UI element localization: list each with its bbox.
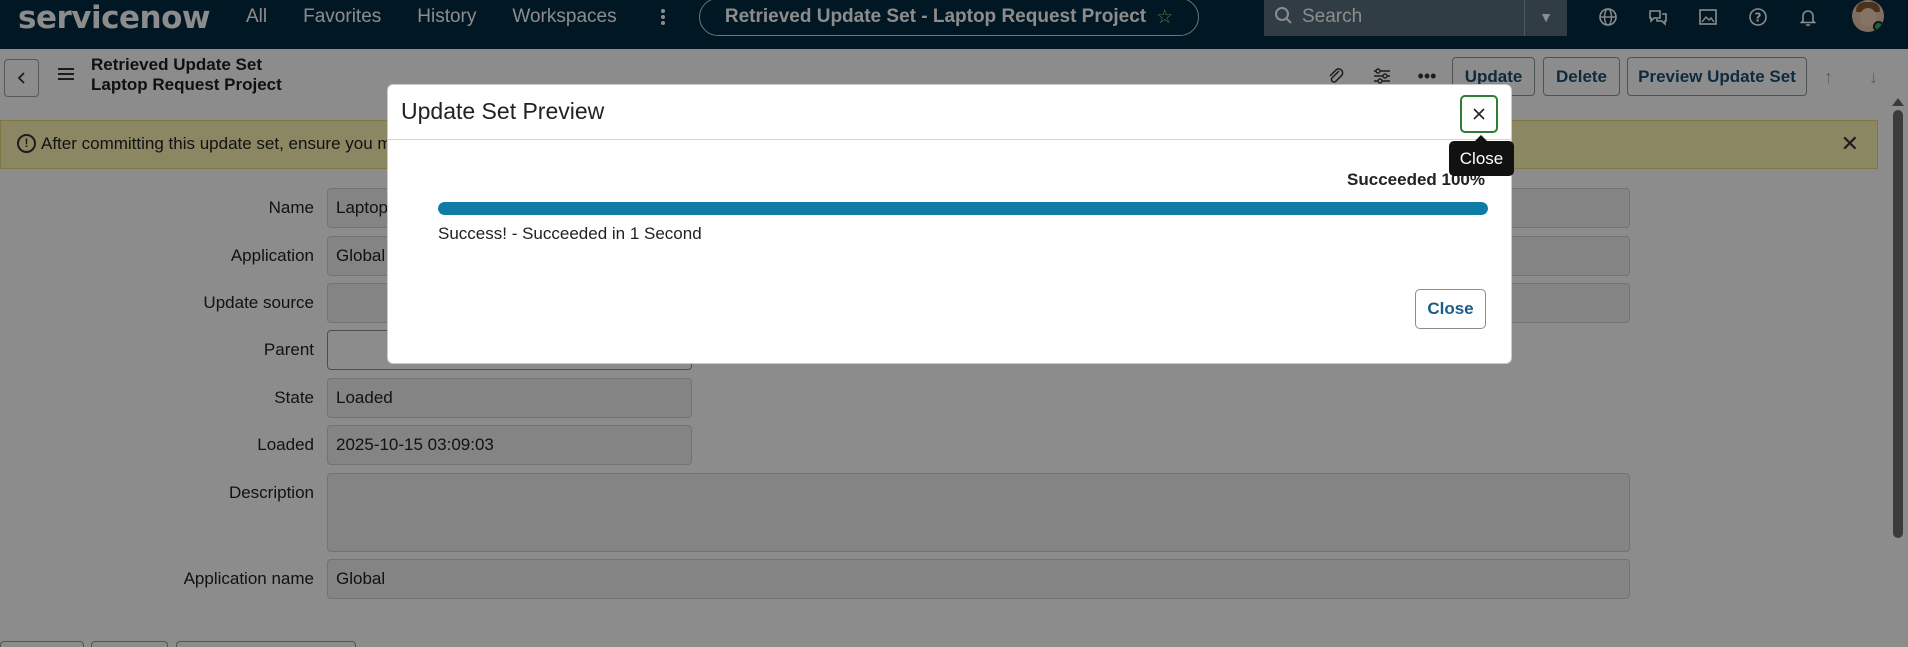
scrollbar-up-arrow[interactable]: [1892, 98, 1904, 106]
close-tooltip: Close: [1449, 135, 1514, 176]
dialog-title: Update Set Preview: [401, 98, 605, 124]
dialog-close-button[interactable]: Close: [1415, 289, 1486, 329]
dialog-close-x-button[interactable]: [1460, 95, 1498, 133]
update-set-preview-dialog: Update Set Preview Succeeded 100% Succes…: [387, 84, 1512, 364]
progress-bar: [438, 202, 1488, 215]
progress-bar-fill: [438, 202, 1488, 215]
dialog-header: Update Set Preview: [388, 85, 1511, 140]
page-scrollbar[interactable]: [1893, 110, 1903, 538]
close-icon: [1473, 108, 1485, 120]
close-tooltip-text: Close: [1459, 148, 1504, 168]
progress-message: Success! - Succeeded in 1 Second: [438, 224, 702, 243]
